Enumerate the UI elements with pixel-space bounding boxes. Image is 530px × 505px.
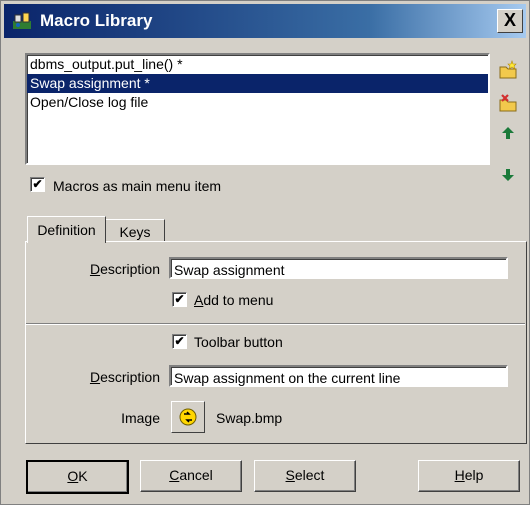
toolbar-button-label: Toolbar button xyxy=(194,334,283,350)
macro-list[interactable]: dbms_output.put_line() * Swap assignment… xyxy=(25,53,490,165)
toolbar-description-label: Description xyxy=(89,369,160,385)
swap-image-icon xyxy=(179,408,197,426)
cancel-button[interactable]: Cancel xyxy=(140,460,242,492)
add-to-menu-label: Add to menu xyxy=(194,292,274,308)
macro-list-item-selected[interactable]: Swap assignment * xyxy=(27,74,488,93)
add-to-menu-checkbox[interactable]: ✔ xyxy=(172,292,187,307)
tab-definition[interactable]: Definition xyxy=(27,216,106,243)
tab-keys[interactable]: Keys xyxy=(105,219,165,242)
macros-as-main-menu-label: Macros as main menu item xyxy=(53,178,222,194)
toolbar-button-checkbox[interactable]: ✔ xyxy=(172,334,187,349)
title-bar[interactable]: Macro Library X xyxy=(4,4,526,38)
macro-list-item[interactable]: Open/Close log file xyxy=(27,93,488,112)
help-button[interactable]: Help xyxy=(418,460,520,492)
ok-button[interactable]: OK xyxy=(26,460,129,494)
macro-library-app-icon xyxy=(13,12,31,29)
section-divider xyxy=(26,323,525,325)
image-file-name: Swap.bmp xyxy=(216,410,283,426)
macro-list-item[interactable]: dbms_output.put_line() * xyxy=(27,55,488,74)
window-title: Macro Library xyxy=(40,11,153,30)
macros-as-main-menu-checkbox[interactable]: ✔ xyxy=(30,177,45,192)
image-label: Image xyxy=(121,410,160,426)
move-up-icon[interactable] xyxy=(499,124,517,142)
description-input[interactable]: Swap assignment xyxy=(169,257,508,279)
move-down-icon[interactable] xyxy=(499,166,517,184)
delete-macro-icon[interactable] xyxy=(497,92,519,114)
description-label: Description xyxy=(89,261,160,277)
close-button[interactable]: X xyxy=(497,9,523,33)
select-button[interactable]: Select xyxy=(254,460,356,492)
image-select-button[interactable] xyxy=(171,401,205,433)
new-macro-icon[interactable] xyxy=(497,59,519,81)
toolbar-description-input[interactable]: Swap assignment on the current line xyxy=(169,365,508,387)
macro-library-window: Macro Library X dbms_output.put_line() *… xyxy=(0,0,530,505)
